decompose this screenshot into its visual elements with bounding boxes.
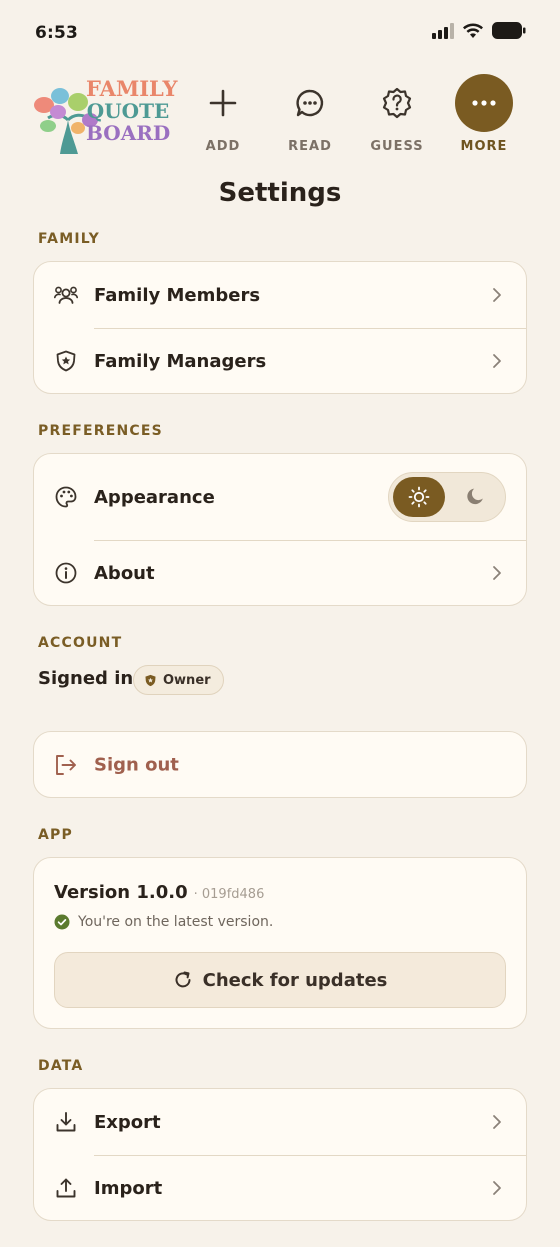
- dark-mode-option[interactable]: [449, 477, 501, 517]
- version-line: Version 1.0.0 · 019fd486: [54, 882, 264, 903]
- appearance-toggle[interactable]: [388, 472, 506, 522]
- nav-label-guess: GUESS: [370, 139, 424, 154]
- check-for-updates-button[interactable]: Check for updates: [54, 952, 506, 1008]
- info-icon: [55, 562, 77, 584]
- plus-icon: [209, 89, 237, 117]
- app-logo[interactable]: FAMILY QUOTE BOARD: [32, 74, 178, 156]
- chevron-right-icon: [493, 566, 501, 580]
- cellular-signal-icon: [432, 22, 454, 39]
- about-row[interactable]: About: [34, 540, 526, 605]
- sign-out-button[interactable]: Sign out: [33, 731, 527, 798]
- section-label-family: FAMILY: [38, 231, 101, 247]
- section-label-app: APP: [38, 827, 73, 843]
- status-bar: 6:53: [0, 0, 560, 66]
- version-title: Version 1.0.0: [54, 882, 188, 903]
- status-time: 6:53: [35, 23, 79, 43]
- users-icon: [54, 286, 78, 304]
- download-icon: [56, 1112, 76, 1132]
- build-hash: · 019fd486: [193, 887, 265, 902]
- status-icons: [432, 22, 526, 39]
- export-label: Export: [94, 1111, 161, 1133]
- logo-line-2: QUOTE: [86, 99, 170, 123]
- import-label: Import: [94, 1177, 163, 1199]
- page-title: Settings: [218, 178, 342, 208]
- nav-guess[interactable]: GUESS: [358, 74, 436, 160]
- chevron-right-icon: [493, 288, 501, 302]
- nav-label-add: ADD: [205, 139, 241, 154]
- family-managers-row[interactable]: Family Managers: [34, 328, 526, 393]
- logo-text: FAMILY QUOTE BOARD: [86, 76, 178, 145]
- export-row[interactable]: Export: [34, 1089, 526, 1155]
- preferences-card: Appearance About: [33, 453, 527, 606]
- section-label-account: ACCOUNT: [38, 635, 123, 651]
- nav-read[interactable]: READ: [271, 74, 349, 160]
- data-card: Export Import: [33, 1088, 527, 1221]
- sign-out-icon: [56, 754, 76, 775]
- nav-more[interactable]: MORE: [445, 74, 523, 160]
- section-label-data: DATA: [38, 1058, 84, 1074]
- chevron-right-icon: [493, 1181, 501, 1195]
- more-dots-icon: [472, 100, 496, 106]
- logo-line-3: BOARD: [86, 121, 171, 145]
- appearance-row: Appearance: [34, 454, 526, 540]
- sun-icon: [408, 486, 430, 508]
- shield-star-icon: [56, 350, 76, 372]
- app-card: Version 1.0.0 · 019fd486 You're on the l…: [33, 857, 527, 1029]
- refresh-icon: [175, 971, 191, 988]
- chevron-right-icon: [493, 354, 501, 368]
- top-navigation: FAMILY QUOTE BOARD ADD READ GUESS MORE: [0, 70, 560, 160]
- family-card: Family Members Family Managers: [33, 261, 527, 394]
- upload-icon: [56, 1178, 76, 1198]
- import-row[interactable]: Import: [34, 1155, 526, 1220]
- role-badge: Owner: [133, 665, 224, 695]
- battery-icon: [492, 22, 526, 39]
- family-members-row[interactable]: Family Members: [34, 262, 526, 328]
- about-label: About: [94, 562, 155, 584]
- wifi-icon: [463, 23, 483, 38]
- nav-label-more: MORE: [460, 139, 508, 154]
- section-label-preferences: PREFERENCES: [38, 423, 163, 439]
- chevron-right-icon: [493, 1115, 501, 1129]
- nav-add[interactable]: ADD: [184, 74, 262, 160]
- question-badge-icon: [382, 87, 412, 119]
- shield-star-icon: [145, 674, 156, 686]
- palette-icon: [55, 486, 77, 508]
- check-for-updates-label: Check for updates: [202, 969, 388, 991]
- chat-bubble-icon: [296, 89, 324, 117]
- check-circle-icon: [54, 914, 70, 930]
- role-badge-label: Owner: [163, 672, 211, 688]
- sign-out-label: Sign out: [94, 754, 179, 775]
- signed-in-label: Signed in: [38, 668, 134, 689]
- light-mode-option[interactable]: [393, 477, 445, 517]
- update-status-text: You're on the latest version.: [78, 914, 274, 930]
- family-members-label: Family Members: [94, 284, 261, 306]
- nav-label-read: READ: [288, 139, 332, 154]
- update-status: You're on the latest version.: [54, 914, 273, 930]
- family-managers-label: Family Managers: [94, 350, 267, 372]
- appearance-label: Appearance: [94, 486, 215, 508]
- moon-icon: [467, 488, 483, 505]
- logo-line-1: FAMILY: [86, 76, 178, 101]
